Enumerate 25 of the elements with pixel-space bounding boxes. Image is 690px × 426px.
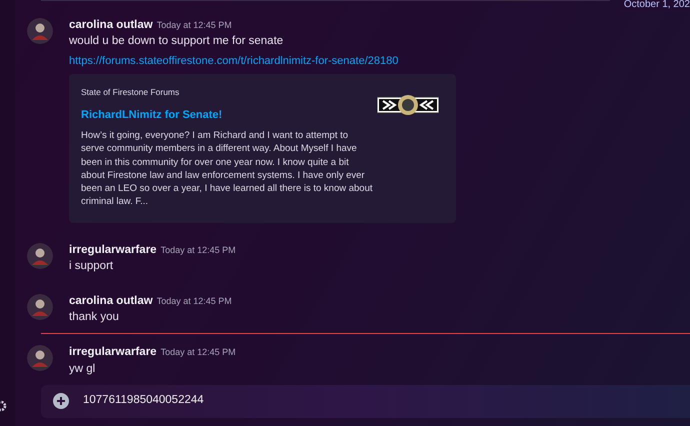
- message-text: yw gl: [69, 362, 96, 377]
- avatar-icon[interactable]: [27, 18, 53, 44]
- embed-description: How’s it going, everyone? I am Richard and I want to attempt to serve community members in a different way. About Myself I have been in this community for over one year now. I know quite a bit about Firestone law and law enforcement systems. I have only ever been an LEO so over a year, I have learned all there is to know about criminal law. F...: [81, 129, 373, 209]
- emblem-logo-icon: [377, 94, 439, 116]
- avatar-icon[interactable]: [27, 345, 53, 372]
- embed-provider: State of Firestone Forums: [81, 86, 180, 98]
- avatar-icon[interactable]: [27, 294, 53, 320]
- message-link[interactable]: https://forums.stateoffirestone.com/t/richardlnimitz-for-senate/28180: [69, 53, 398, 70]
- message-input-field[interactable]: 1077611985040052244: [81, 391, 690, 411]
- message-composer-bar[interactable]: 1077611985040052244: [41, 384, 690, 418]
- timestamp: Today at 12:45 PM: [156, 296, 232, 306]
- timestamp: Today at 12:45 PM: [160, 347, 236, 358]
- add-attachment-icon[interactable]: [53, 393, 69, 410]
- message-text: would u be down to support me for senate: [69, 34, 284, 50]
- avatar-icon[interactable]: [27, 242, 53, 269]
- username[interactable]: irregularwarfare: [69, 346, 157, 358]
- embed-title[interactable]: RichardLNimitz for Senate!: [81, 106, 222, 123]
- date-label: October 1, 202: [620, 0, 690, 10]
- timestamp: Today at 12:45 PM: [160, 244, 236, 255]
- message-text: thank you: [69, 310, 120, 326]
- username[interactable]: carolina outlaw: [69, 19, 153, 31]
- username[interactable]: irregularwarfare: [69, 244, 157, 256]
- message-text: i support: [69, 259, 114, 274]
- username[interactable]: carolina outlaw: [69, 295, 153, 308]
- timestamp: Today at 12:45 PM: [156, 20, 232, 30]
